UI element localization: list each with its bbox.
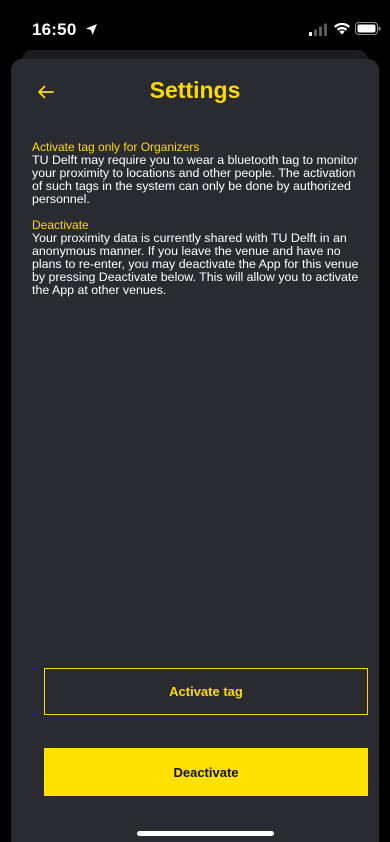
activate-tag-button[interactable]: Activate tag (44, 668, 368, 715)
activate-tag-section: Activate tag only for Organizers TU Delf… (32, 141, 368, 206)
wifi-icon (334, 22, 350, 35)
settings-sheet: Settings Activate tag only for Organizer… (11, 59, 379, 842)
signal-icon (309, 23, 327, 36)
location-arrow-icon (86, 24, 97, 35)
deactivate-description: Your proximity data is currently shared … (32, 231, 359, 297)
activate-tag-description: TU Delft may require you to wear a bluet… (32, 153, 358, 206)
activate-tag-heading: Activate tag only for Organizers (32, 140, 200, 154)
page-title: Settings (149, 77, 241, 103)
status-time: 16:50 (32, 20, 77, 39)
deactivate-heading: Deactivate (32, 218, 89, 232)
battery-icon (355, 22, 381, 35)
settings-content: Activate tag only for Organizers TU Delf… (32, 141, 368, 310)
app-screen: 16:50 Settings Activate tag only for Org… (0, 0, 390, 842)
status-bar: 16:50 (0, 0, 390, 50)
deactivate-button[interactable]: Deactivate (44, 748, 368, 796)
home-indicator (137, 831, 274, 836)
deactivate-section: Deactivate Your proximity data is curren… (32, 219, 368, 297)
